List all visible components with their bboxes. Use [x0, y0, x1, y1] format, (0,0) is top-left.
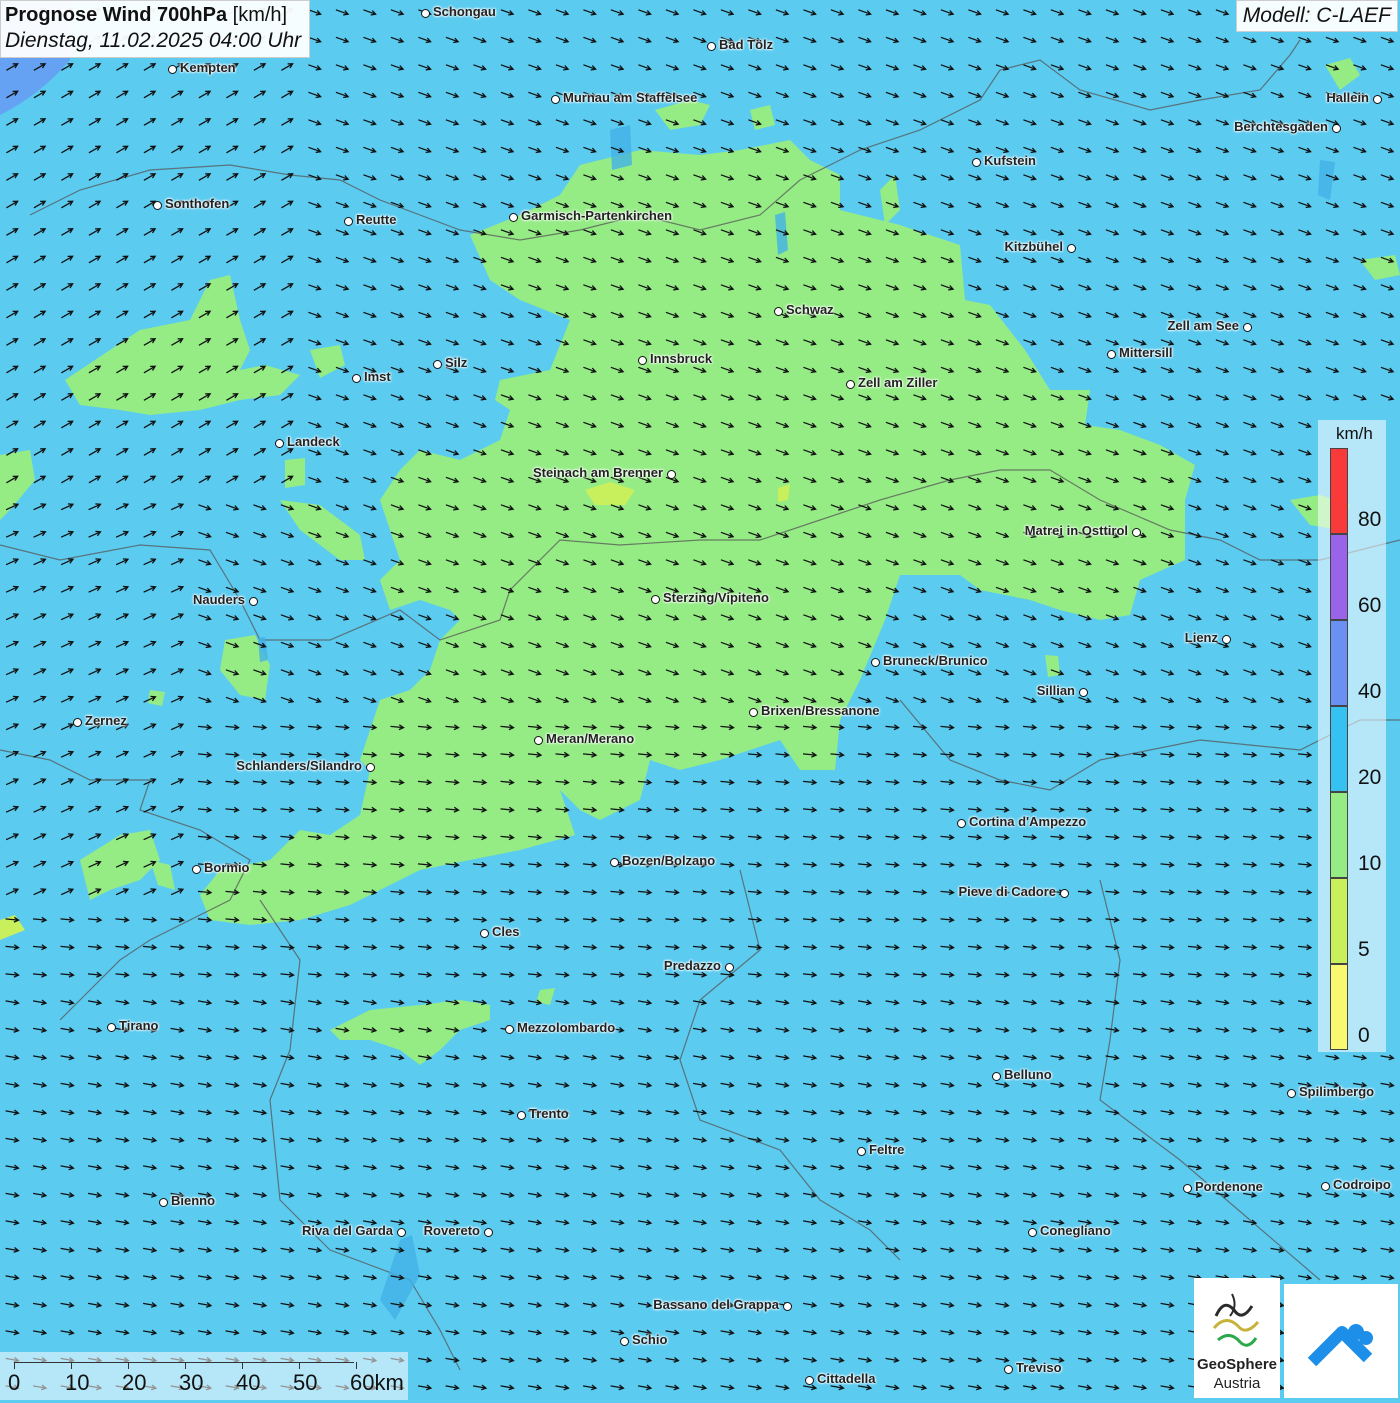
landeck-green-blob [285, 458, 305, 488]
